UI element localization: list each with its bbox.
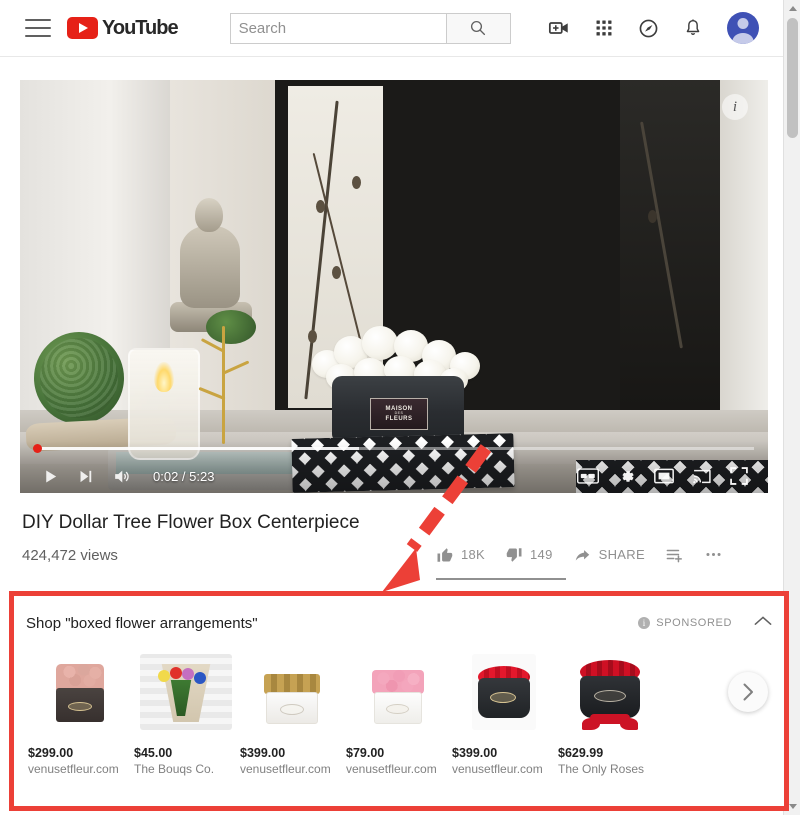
like-count: 18K — [461, 547, 486, 562]
messages-icon[interactable] — [638, 18, 659, 39]
youtube-play-icon — [67, 17, 98, 39]
volume-button[interactable] — [112, 467, 131, 486]
shopping-shelf-header: Shop "boxed flower arrangements" i SPONS… — [26, 608, 772, 638]
search-bar — [229, 12, 511, 44]
youtube-logo-text: YouTube — [102, 16, 179, 39]
product-price: $399.00 — [240, 746, 286, 760]
share-label: SHARE — [598, 547, 645, 562]
progress-bar[interactable] — [34, 447, 754, 450]
product-card[interactable]: $399.00 venusetfleur.com — [452, 646, 556, 796]
search-icon — [471, 20, 486, 36]
product-merchant: venusetfleur.com — [28, 762, 119, 776]
product-merchant: venusetfleur.com — [240, 762, 331, 776]
chevron-right-icon — [743, 683, 753, 701]
product-card[interactable]: $399.00 venusetfleur.com — [240, 646, 344, 796]
dislike-count: 149 — [530, 547, 553, 562]
apps-grid-icon[interactable] — [594, 18, 614, 38]
product-card[interactable]: $629.99 The Only Roses — [558, 646, 662, 796]
product-price: $79.00 — [346, 746, 385, 760]
video-action-bar: 18K 149 SHARE — [436, 545, 723, 564]
product-price: $629.99 — [558, 746, 604, 760]
cast-button[interactable] — [692, 468, 712, 485]
shopping-shelf-highlight: Shop "boxed flower arrangements" i SPONS… — [9, 591, 789, 811]
sponsored-badge[interactable]: i SPONSORED — [638, 617, 732, 629]
share-arrow-icon — [575, 550, 589, 561]
subtitles-cc-button[interactable] — [577, 468, 599, 484]
notifications-bell-icon[interactable] — [683, 18, 703, 38]
product-merchant: The Only Roses — [558, 762, 645, 776]
video-frame-content: MAISON DES FLEURS — [20, 80, 768, 493]
sponsored-label: SPONSORED — [656, 617, 732, 629]
header-icon-group — [548, 12, 759, 44]
carousel-next-button[interactable] — [728, 672, 768, 712]
miniplayer-button[interactable] — [654, 468, 674, 484]
video-title: DIY Dollar Tree Flower Box Centerpiece — [22, 512, 360, 533]
hamburger-menu-icon[interactable] — [25, 19, 51, 37]
masthead: YouTube — [0, 0, 783, 57]
product-thumbnail — [28, 646, 132, 738]
play-button[interactable] — [42, 468, 59, 485]
shopping-shelf-title: Shop "boxed flower arrangements" — [26, 614, 258, 632]
thumbs-down-icon — [506, 547, 522, 562]
product-price: $299.00 — [28, 746, 74, 760]
more-actions-button[interactable] — [704, 545, 723, 564]
settings-gear-button[interactable] — [617, 467, 636, 486]
more-horizontal-icon — [706, 552, 721, 557]
scrollbar-thumb[interactable] — [787, 18, 798, 138]
product-merchant: venusetfleur.com — [452, 762, 543, 776]
youtube-logo[interactable]: YouTube — [67, 16, 179, 40]
video-info-button[interactable]: i — [722, 94, 748, 120]
create-video-icon[interactable] — [548, 17, 570, 39]
scroll-up-arrow-icon[interactable] — [784, 0, 800, 17]
info-circle-icon: i — [638, 617, 651, 629]
flower-box-brand-label: MAISON DES FLEURS — [370, 398, 428, 430]
share-button[interactable]: SHARE — [573, 545, 645, 564]
player-controls: 0:02 / 5:23 — [20, 441, 768, 493]
dislike-button[interactable]: 149 — [505, 546, 553, 564]
time-display: 0:02 / 5:23 — [153, 468, 215, 484]
thumbs-up-icon — [437, 547, 453, 562]
chevron-up-icon — [754, 616, 772, 625]
product-thumbnail — [346, 646, 450, 738]
youtube-watch-page: YouTube Search MAISON DES FLEURS i 0:02 … — [0, 0, 800, 815]
progress-buffered — [34, 447, 359, 450]
account-avatar[interactable] — [727, 12, 759, 44]
product-merchant: The Bouqs Co. — [134, 762, 215, 776]
product-thumbnail — [452, 646, 556, 738]
fullscreen-button[interactable] — [730, 467, 748, 485]
product-carousel[interactable]: $299.00 venusetfleur.com $45.00 The Bouq… — [28, 646, 770, 796]
progress-scrubber-handle[interactable] — [33, 444, 42, 453]
product-card[interactable]: $79.00 venusetfleur.com — [346, 646, 450, 796]
view-count: 424,472 views — [22, 547, 118, 564]
next-video-button[interactable] — [77, 468, 94, 485]
product-card[interactable]: $45.00 The Bouqs Co. — [134, 646, 238, 796]
add-to-playlist-icon — [666, 549, 682, 563]
collapse-shelf-button[interactable] — [754, 614, 772, 632]
product-merchant: venusetfleur.com — [346, 762, 437, 776]
like-dislike-underline — [436, 578, 566, 580]
save-to-playlist-button[interactable] — [665, 545, 684, 564]
product-thumbnail — [240, 646, 344, 738]
search-input[interactable] — [229, 12, 447, 44]
like-button[interactable]: 18K — [436, 546, 485, 564]
flower-box-centerpiece: MAISON DES FLEURS — [308, 324, 488, 446]
search-submit-button[interactable] — [446, 12, 511, 44]
product-thumbnail — [558, 646, 662, 738]
product-price: $399.00 — [452, 746, 498, 760]
video-player[interactable]: MAISON DES FLEURS i 0:02 / 5:23 — [20, 80, 768, 493]
product-price: $45.00 — [134, 746, 173, 760]
product-card[interactable]: $299.00 venusetfleur.com — [28, 646, 132, 796]
product-thumbnail — [134, 646, 238, 738]
